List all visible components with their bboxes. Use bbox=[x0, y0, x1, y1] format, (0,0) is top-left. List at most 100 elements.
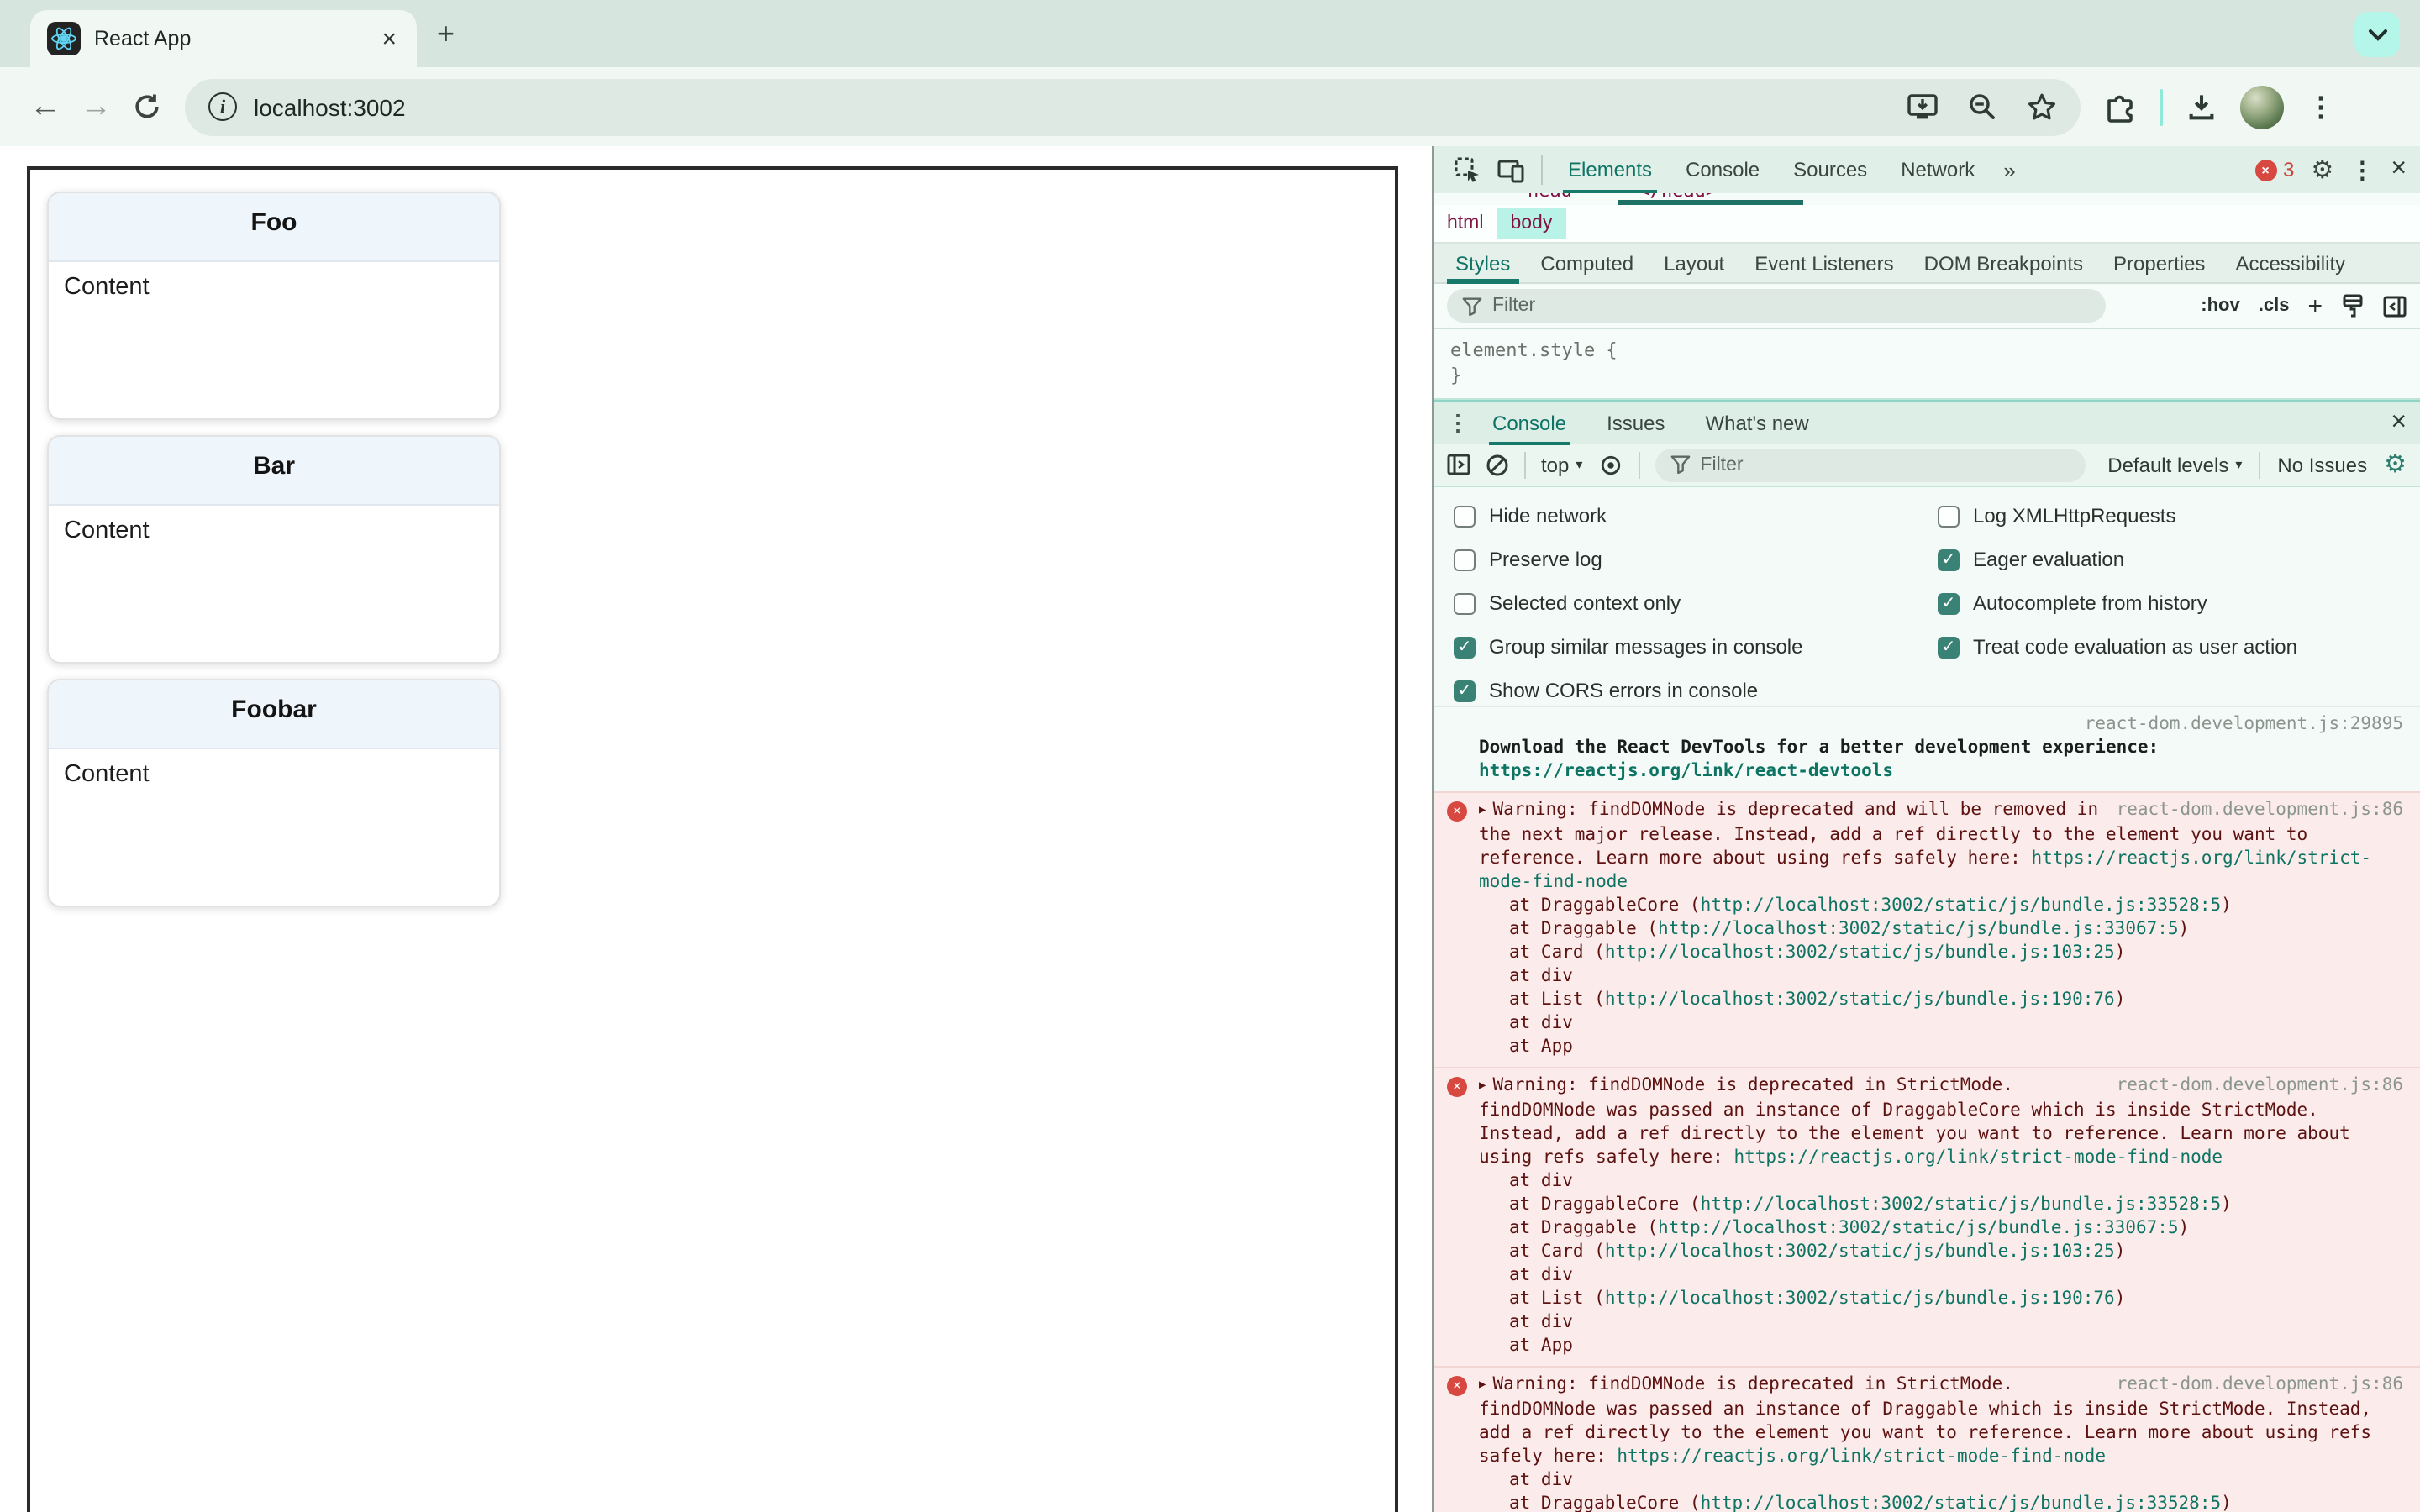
tab-event-listeners[interactable]: Event Listeners bbox=[1739, 243, 1908, 283]
stack-frame-link[interactable]: http://localhost:3002/static/js/bundle.j… bbox=[1605, 990, 2115, 1010]
checkbox-unchecked[interactable] bbox=[1454, 505, 1476, 527]
breadcrumb-body[interactable]: body bbox=[1497, 208, 1566, 239]
browser-menu-icon[interactable]: ⋮ bbox=[2307, 90, 2334, 123]
drawer-tab-issues[interactable]: Issues bbox=[1590, 401, 1681, 444]
styles-filter-input[interactable]: Filter bbox=[1447, 289, 2106, 323]
devtools-tab-sources[interactable]: Sources bbox=[1778, 146, 1882, 193]
console-sidebar-icon[interactable] bbox=[1447, 454, 1470, 475]
tab-properties[interactable]: Properties bbox=[2098, 243, 2220, 283]
reload-button[interactable] bbox=[121, 92, 171, 121]
expand-triangle-icon[interactable]: ▶ bbox=[1479, 1378, 1486, 1391]
downloads-icon[interactable] bbox=[2186, 92, 2217, 122]
source-location-link[interactable]: react-dom.development.js:86 bbox=[2117, 1074, 2403, 1097]
stack-frame-link[interactable]: http://localhost:3002/static/js/bundle.j… bbox=[1701, 895, 2222, 916]
drawer-menu-icon[interactable]: ⋮ bbox=[1447, 409, 1469, 436]
tab-layout[interactable]: Layout bbox=[1649, 243, 1739, 283]
message-link[interactable]: https://reactjs.org/link/strict-mode-fin… bbox=[1733, 1147, 2223, 1168]
card-header[interactable]: Foo bbox=[49, 193, 499, 262]
checkbox-unchecked[interactable] bbox=[1454, 549, 1476, 570]
checkbox-unchecked[interactable] bbox=[1938, 505, 1960, 527]
elements-tree-clipped-row[interactable]: head </head> bbox=[1434, 193, 2420, 205]
forward-button[interactable]: → bbox=[71, 88, 121, 125]
error-count-badge[interactable]: × 3 bbox=[2254, 158, 2294, 181]
card-header[interactable]: Foobar bbox=[49, 680, 499, 749]
install-app-icon[interactable] bbox=[1907, 93, 1938, 120]
element-style-rule[interactable]: element.style { } bbox=[1434, 329, 2420, 400]
sidebar-layout-icon[interactable] bbox=[2383, 295, 2407, 317]
checkbox-label[interactable]: Hide network bbox=[1489, 504, 1607, 528]
console-setting-row[interactable]: ✓ Treat code evaluation as user action bbox=[1938, 632, 2297, 662]
context-selector[interactable]: top ▾ bbox=[1541, 453, 1582, 476]
stack-frame-link[interactable]: http://localhost:3002/static/js/bundle.j… bbox=[1701, 1494, 2222, 1512]
inspect-element-button[interactable] bbox=[1447, 151, 1487, 188]
devtools-menu-icon[interactable]: ⋮ bbox=[2350, 155, 2374, 184]
console-setting-row[interactable]: ✓ Eager evaluation bbox=[1938, 544, 2124, 575]
checkbox-label[interactable]: Selected context only bbox=[1489, 591, 1681, 615]
toggle-hover-state-button[interactable]: :hov bbox=[2201, 296, 2239, 316]
rendering-brush-icon[interactable] bbox=[2341, 294, 2365, 318]
checkbox-label[interactable]: Group similar messages in console bbox=[1489, 635, 1803, 659]
checkbox-checked[interactable]: ✓ bbox=[1454, 680, 1476, 701]
stack-frame-link[interactable]: http://localhost:3002/static/js/bundle.j… bbox=[1701, 1194, 2222, 1215]
live-expression-eye-icon[interactable] bbox=[1597, 454, 1623, 475]
card-header[interactable]: Bar bbox=[49, 437, 499, 506]
source-location-link[interactable]: react-dom.development.js:86 bbox=[2117, 798, 2403, 822]
tab-close-icon[interactable]: × bbox=[378, 24, 400, 53]
console-settings-gear-icon[interactable]: ⚙ bbox=[2384, 452, 2407, 477]
source-location-link[interactable]: react-dom.development.js:86 bbox=[2117, 1373, 2403, 1396]
checkbox-label[interactable]: Eager evaluation bbox=[1973, 548, 2124, 571]
url-bar[interactable]: i localhost:3002 bbox=[185, 78, 2081, 135]
console-setting-row[interactable]: Hide network bbox=[1454, 501, 1607, 531]
drawer-tab-whats-new[interactable]: What's new bbox=[1688, 401, 1825, 444]
tab-accessibility[interactable]: Accessibility bbox=[2220, 243, 2360, 283]
console-setting-row[interactable]: Selected context only bbox=[1454, 588, 1681, 618]
console-setting-row[interactable]: ✓ Show CORS errors in console bbox=[1454, 675, 1758, 706]
stack-frame-link[interactable]: http://localhost:3002/static/js/bundle.j… bbox=[1658, 919, 2179, 939]
card[interactable]: Foo Content bbox=[47, 192, 501, 420]
console-setting-row[interactable]: ✓ Autocomplete from history bbox=[1938, 588, 2207, 618]
checkbox-label[interactable]: Show CORS errors in console bbox=[1489, 679, 1758, 702]
console-filter-input[interactable]: Filter bbox=[1655, 448, 2086, 481]
message-link[interactable]: https://reactjs.org/link/react-devtools bbox=[1479, 759, 1893, 783]
tab-computed[interactable]: Computed bbox=[1525, 243, 1649, 283]
drawer-close-icon[interactable]: × bbox=[2391, 407, 2407, 438]
back-button[interactable]: ← bbox=[20, 88, 71, 125]
stack-frame-link[interactable]: http://localhost:3002/static/js/bundle.j… bbox=[1605, 1242, 2115, 1262]
checkbox-checked[interactable]: ✓ bbox=[1938, 549, 1960, 570]
expand-triangle-icon[interactable]: ▶ bbox=[1479, 1079, 1486, 1092]
checkbox-label[interactable]: Log XMLHttpRequests bbox=[1973, 504, 2175, 528]
stack-frame-link[interactable]: http://localhost:3002/static/js/bundle.j… bbox=[1605, 1289, 2115, 1309]
profile-avatar[interactable] bbox=[2240, 85, 2284, 129]
devtools-tab-elements[interactable]: Elements bbox=[1553, 146, 1667, 193]
checkbox-label[interactable]: Preserve log bbox=[1489, 548, 1602, 571]
new-style-rule-button[interactable]: + bbox=[2307, 291, 2323, 320]
console-setting-row[interactable]: Preserve log bbox=[1454, 544, 1602, 575]
log-levels-dropdown[interactable]: Default levels ▾ bbox=[2107, 453, 2242, 476]
new-tab-button[interactable]: + bbox=[437, 17, 455, 52]
checkbox-checked[interactable]: ✓ bbox=[1938, 592, 1960, 614]
zoom-out-icon[interactable] bbox=[1968, 92, 1996, 121]
checkbox-checked[interactable]: ✓ bbox=[1938, 636, 1960, 658]
devtools-close-icon[interactable]: × bbox=[2391, 155, 2407, 185]
drawer-tab-console[interactable]: Console bbox=[1476, 401, 1583, 444]
toggle-class-button[interactable]: .cls bbox=[2259, 296, 2290, 316]
stack-frame-link[interactable]: http://localhost:3002/static/js/bundle.j… bbox=[1658, 1218, 2179, 1238]
more-tabs-button[interactable]: » bbox=[1993, 157, 2025, 182]
checkbox-unchecked[interactable] bbox=[1454, 592, 1476, 614]
console-setting-row[interactable]: Log XMLHttpRequests bbox=[1938, 501, 2175, 531]
tab-dom-breakpoints[interactable]: DOM Breakpoints bbox=[1909, 243, 2098, 283]
card[interactable]: Bar Content bbox=[47, 435, 501, 664]
bookmark-star-icon[interactable] bbox=[2027, 92, 2057, 121]
checkbox-label[interactable]: Treat code evaluation as user action bbox=[1973, 635, 2297, 659]
device-toolbar-button[interactable] bbox=[1491, 151, 1531, 188]
extensions-puzzle-icon[interactable] bbox=[2104, 91, 2136, 123]
breadcrumb-html[interactable]: html bbox=[1434, 208, 1497, 239]
stack-frame-link[interactable]: http://localhost:3002/static/js/bundle.j… bbox=[1605, 942, 2115, 963]
checkbox-checked[interactable]: ✓ bbox=[1454, 636, 1476, 658]
console-setting-row[interactable]: ✓ Group similar messages in console bbox=[1454, 632, 1803, 662]
message-link[interactable]: https://reactjs.org/link/strict-mode-fin… bbox=[1617, 1446, 2106, 1467]
source-location-link[interactable]: react-dom.development.js:29895 bbox=[1479, 712, 2403, 736]
tab-search-chevron-button[interactable] bbox=[2354, 12, 2400, 57]
devtools-tab-network[interactable]: Network bbox=[1886, 146, 1990, 193]
browser-tab[interactable]: React App × bbox=[30, 10, 417, 67]
